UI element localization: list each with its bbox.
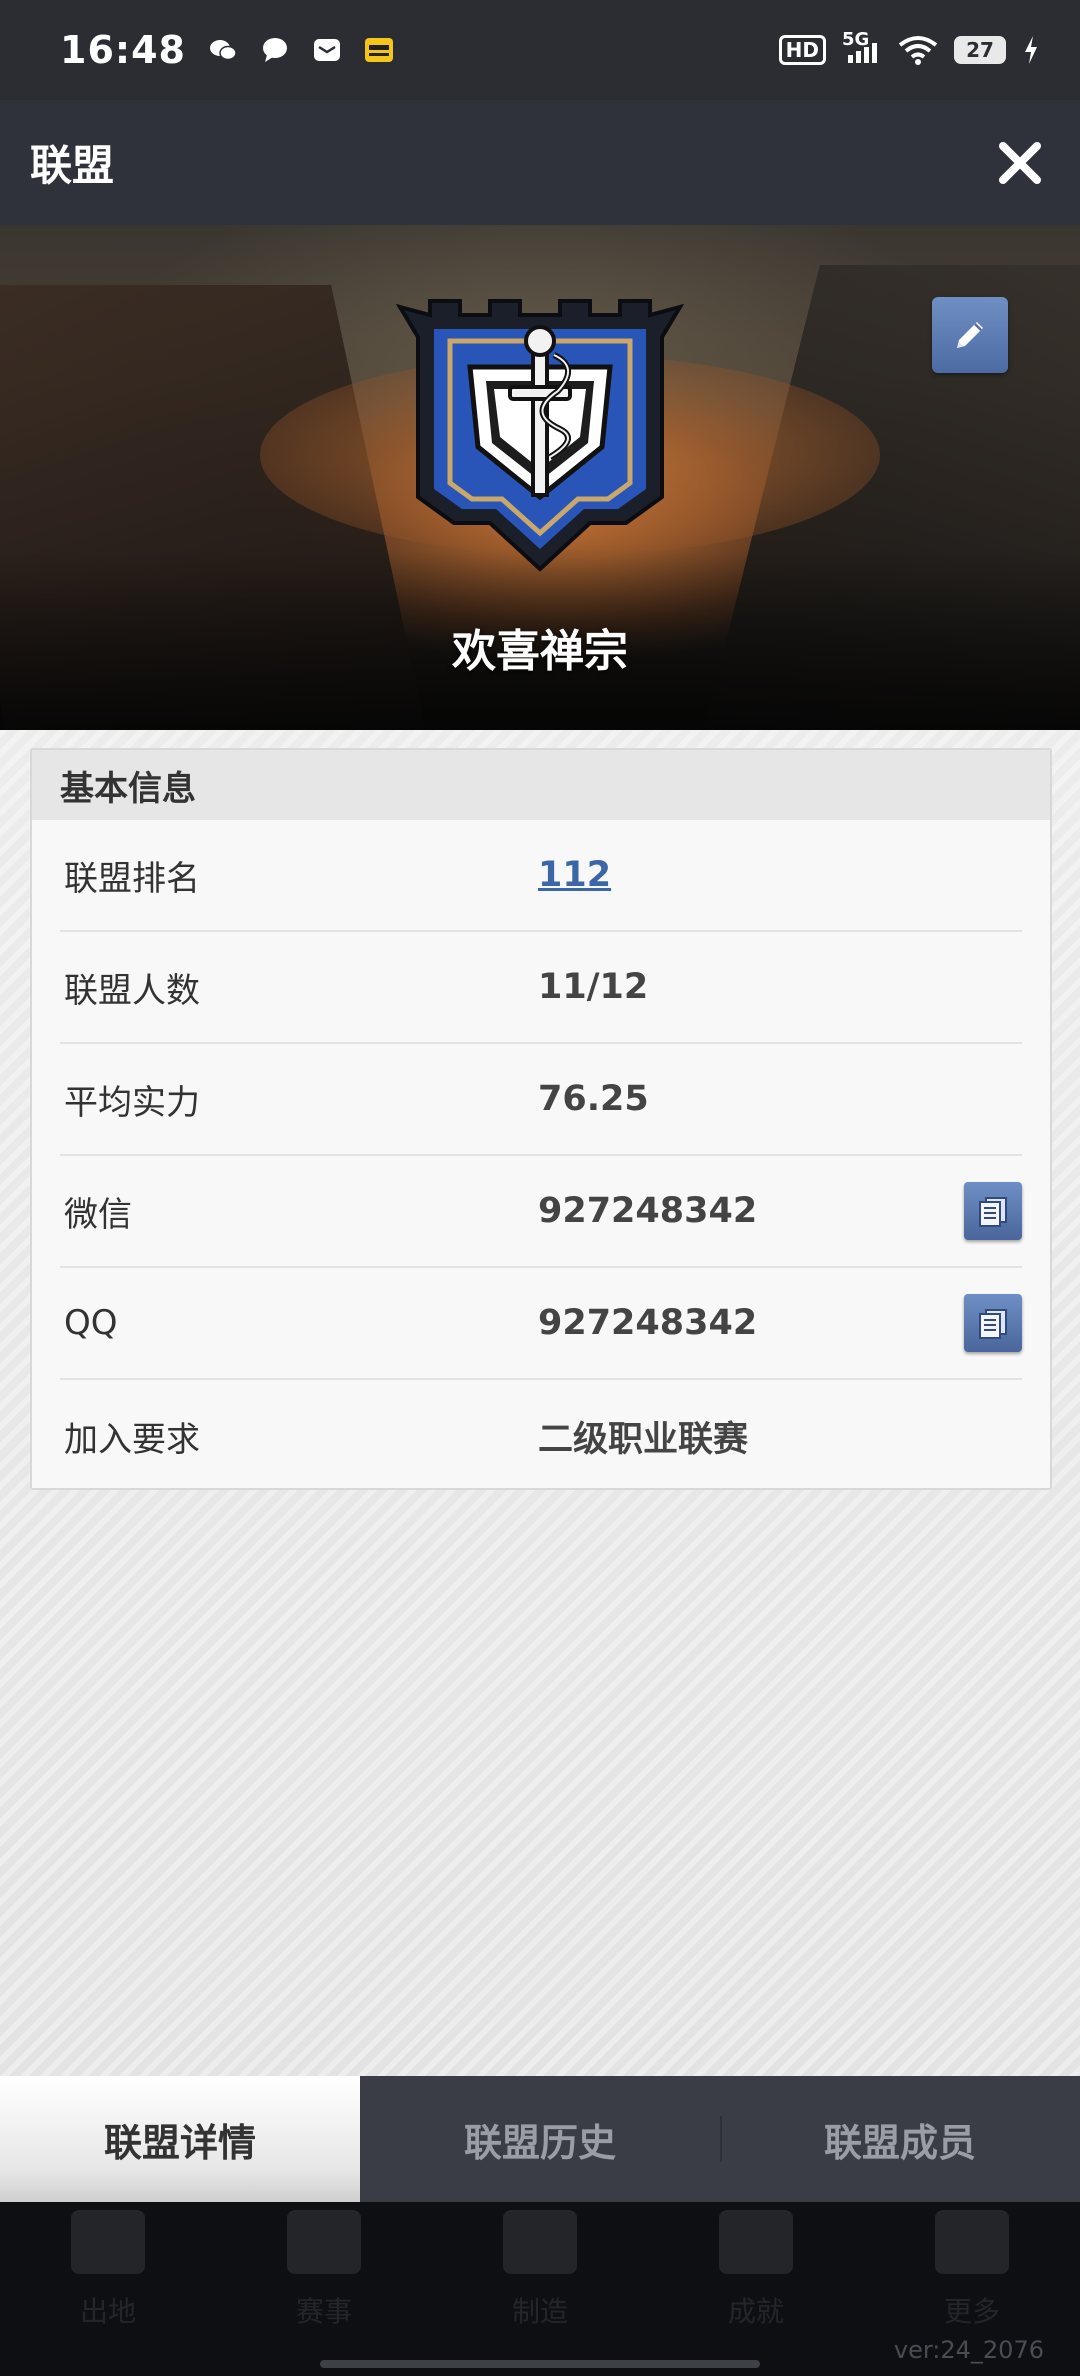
- copy-wechat-button[interactable]: [964, 1182, 1022, 1240]
- nav-icon: [287, 2210, 361, 2274]
- title-bar: 联盟: [0, 100, 1080, 225]
- info-row-qq: QQ 927248342: [60, 1268, 1022, 1380]
- tab-label: 联盟成员: [823, 2120, 976, 2165]
- info-value: 76.25: [538, 1079, 649, 1119]
- app-badge-icon: [364, 35, 394, 65]
- nav-label: 出地: [79, 2295, 136, 2328]
- signal-icon: 5G: [842, 31, 882, 65]
- nav-icon: [719, 2210, 793, 2274]
- guild-banner: 欢喜禅宗: [0, 225, 1080, 730]
- nav-icon: [935, 2210, 1009, 2274]
- guild-emblem-icon: [390, 297, 690, 577]
- tab-guild-history[interactable]: 联盟历史: [360, 2076, 720, 2202]
- close-icon: [999, 141, 1041, 184]
- info-value: 二级职业联赛: [538, 1419, 749, 1460]
- info-row-rank: 联盟排名 112: [60, 820, 1022, 932]
- info-row-strength: 平均实力 76.25: [60, 1044, 1022, 1156]
- info-label: 平均实力: [64, 1082, 200, 1123]
- charging-icon: [1022, 35, 1040, 65]
- nav-label: 成就: [727, 2295, 784, 2328]
- status-bar: 16:48 HD 5G 27: [0, 0, 1080, 100]
- guild-name: 欢喜禅宗: [452, 626, 628, 677]
- edit-guild-button[interactable]: [932, 297, 1008, 373]
- info-value: 927248342: [538, 1303, 758, 1343]
- tab-guild-members[interactable]: 联盟成员: [720, 2076, 1080, 2202]
- status-left: 16:48: [60, 28, 394, 72]
- info-value: 11/12: [538, 967, 649, 1007]
- info-label: QQ: [64, 1303, 118, 1343]
- nav-icon: [503, 2210, 577, 2274]
- nav-item: 成就: [681, 2210, 831, 2330]
- info-row-members: 联盟人数 11/12: [60, 932, 1022, 1044]
- nav-label: 赛事: [295, 2295, 352, 2328]
- guild-rank-link[interactable]: 112: [538, 855, 611, 895]
- content-area: 基本信息 联盟排名 112 联盟人数 11/12 平均实力 76.25 微信 9…: [0, 730, 1080, 2076]
- tab-guild-details[interactable]: 联盟详情: [0, 2076, 360, 2202]
- copy-icon: [979, 1309, 1007, 1339]
- tab-label: 联盟历史: [463, 2120, 616, 2165]
- info-row-wechat: 微信 927248342: [60, 1156, 1022, 1268]
- tab-divider: [720, 2116, 722, 2162]
- info-label: 微信: [64, 1194, 132, 1235]
- pencil-icon: [957, 322, 983, 348]
- battery-level: 27: [954, 36, 1006, 64]
- close-button[interactable]: [990, 133, 1050, 193]
- nav-label: 更多: [943, 2295, 1000, 2328]
- wifi-icon: [898, 35, 938, 65]
- nav-item: 赛事: [249, 2210, 399, 2330]
- basic-info-card: 基本信息 联盟排名 112 联盟人数 11/12 平均实力 76.25 微信 9…: [30, 748, 1052, 1490]
- home-indicator[interactable]: [320, 2360, 760, 2368]
- copy-icon: [979, 1197, 1007, 1227]
- section-title: 基本信息: [32, 750, 1050, 820]
- status-time: 16:48: [60, 28, 186, 72]
- wechat-icon: [208, 35, 238, 65]
- tab-bar: 联盟详情 联盟历史 联盟成员: [0, 2076, 1080, 2202]
- nav-item: 制造: [465, 2210, 615, 2330]
- copy-qq-button[interactable]: [964, 1294, 1022, 1352]
- info-row-requirement: 加入要求 二级职业联赛: [60, 1380, 1022, 1492]
- info-label: 联盟排名: [64, 858, 200, 899]
- page-title: 联盟: [30, 141, 115, 190]
- hd-badge: HD: [778, 35, 826, 65]
- status-right: HD 5G 27: [778, 31, 1040, 65]
- nav-label: 制造: [511, 2295, 568, 2328]
- network-label: 5G: [842, 29, 870, 50]
- mail-icon: [312, 35, 342, 65]
- nav-item: 出地: [33, 2210, 183, 2330]
- chat-bubble-icon: [260, 35, 290, 65]
- nav-item: 更多: [897, 2210, 1047, 2330]
- version-label: ver:24_2076: [893, 2336, 1044, 2364]
- nav-icon: [71, 2210, 145, 2274]
- info-value: 927248342: [538, 1191, 758, 1231]
- info-label: 加入要求: [64, 1419, 200, 1460]
- info-label: 联盟人数: [64, 970, 200, 1011]
